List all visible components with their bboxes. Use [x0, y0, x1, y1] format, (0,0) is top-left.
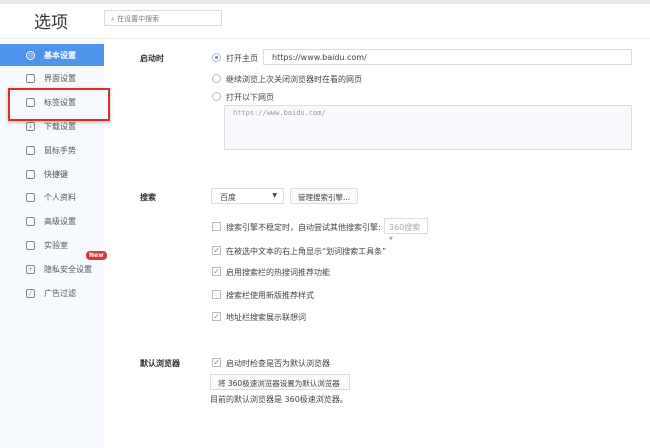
- block-icon: /: [26, 288, 35, 298]
- shield-icon: +: [26, 264, 35, 274]
- sidebar-item-label: 隐私安全设置: [44, 264, 92, 274]
- search-option-checkbox[interactable]: [212, 222, 221, 231]
- sidebar-item-7[interactable]: 高级设置: [0, 211, 104, 233]
- radio-open-homepage[interactable]: [212, 53, 221, 62]
- search-option-checkbox[interactable]: ✓: [212, 312, 221, 321]
- target-icon: ◎: [26, 50, 35, 60]
- download-icon: ↓: [26, 121, 35, 131]
- search-option-checkbox[interactable]: ✓: [212, 267, 221, 276]
- sidebar-item-label: 实验室: [44, 240, 68, 250]
- sidebar-item-label: 基本设置: [44, 50, 76, 60]
- radio-open-pages[interactable]: [212, 92, 221, 101]
- default-browser-label: 默认浏览器: [140, 359, 180, 368]
- sidebar-item-9[interactable]: + 隐私安全设置: [0, 258, 104, 280]
- check-default-checkbox[interactable]: ✓: [212, 358, 221, 367]
- sidebar-item-label: 高级设置: [44, 217, 76, 227]
- mouse-icon: [26, 145, 35, 155]
- search-option-checkbox[interactable]: ✓: [212, 246, 221, 255]
- wrench-icon: [26, 217, 35, 227]
- search-option-label: 搜索栏使用新版推荐样式: [226, 291, 314, 300]
- keyboard-icon: [26, 169, 35, 179]
- search-engine-value: 百度: [220, 193, 236, 202]
- check-default-label: 启动时检查是否为默认浏览器: [226, 359, 330, 368]
- user-icon: [26, 193, 35, 203]
- sidebar-item-0[interactable]: ◎ 基本设置: [0, 44, 104, 66]
- homepage-url-input[interactable]: https://www.baidu.com/: [263, 49, 632, 65]
- sidebar-item-label: 快捷键: [44, 169, 68, 179]
- sidebar-item-4[interactable]: 鼠标手势: [0, 139, 104, 161]
- highlight-box: [8, 88, 110, 121]
- sidebar-item-label: 鼠标手势: [44, 145, 76, 155]
- search-label: 搜索: [140, 193, 156, 202]
- startup-label: 启动时: [140, 54, 164, 63]
- new-badge: New: [86, 251, 107, 260]
- manage-search-engines-button[interactable]: 管理搜索引擎...: [290, 188, 359, 204]
- startup-pages-textarea[interactable]: https://www.baidu.com/: [224, 105, 632, 150]
- chevron-down-icon: ▼: [272, 192, 277, 199]
- fallback-engine-select[interactable]: 360搜索 ▼: [384, 218, 428, 242]
- set-default-browser-button[interactable]: 将 360极速浏览器设置为默认浏览器: [210, 374, 350, 390]
- sidebar-item-6[interactable]: 个人资料: [0, 187, 104, 209]
- open-pages-label: 打开以下网页: [226, 93, 274, 102]
- sidebar-item-label: 下载设置: [44, 121, 76, 131]
- sidebar-item-5[interactable]: 快捷键: [0, 163, 104, 185]
- open-homepage-label: 打开主页: [226, 54, 258, 63]
- sidebar-item-1[interactable]: 界面设置: [0, 68, 104, 90]
- sidebar-item-10[interactable]: / 广告过滤: [0, 282, 104, 304]
- chevron-down-icon: ▼: [389, 236, 393, 242]
- window-top-strip: [0, 0, 650, 4]
- search-option-label: 在被选中文本的右上角显示“划词搜索工具条”: [226, 247, 387, 256]
- flask-icon: [26, 240, 35, 250]
- sidebar-item-label: 广告过滤: [44, 288, 76, 298]
- sidebar-item-label: 界面设置: [44, 74, 76, 84]
- fallback-engine-value: 360搜索: [389, 223, 421, 232]
- search-option-label: 地址栏搜索展示联想词: [226, 313, 306, 322]
- search-placeholder: 在设置中搜索: [117, 15, 160, 23]
- sidebar-item-label: 个人资料: [44, 193, 76, 203]
- window-icon: [26, 74, 35, 84]
- default-browser-status: 目前的默认浏览器是 360极速浏览器。: [210, 395, 348, 404]
- settings-search-input[interactable]: ⌕ 在设置中搜索: [104, 10, 222, 26]
- continue-session-label: 继续浏览上次关闭浏览器时在看的网页: [226, 75, 362, 84]
- page-title: 选项: [34, 13, 68, 33]
- search-option-checkbox[interactable]: [212, 290, 221, 299]
- search-option-label: 启用搜索栏的热搜词推荐功能: [226, 268, 330, 277]
- search-engine-select[interactable]: 百度 ▼: [211, 188, 284, 204]
- radio-continue-session[interactable]: [212, 74, 221, 83]
- search-option-label: 搜索引擎不稳定时，自动尝试其他搜索引擎:: [226, 223, 381, 232]
